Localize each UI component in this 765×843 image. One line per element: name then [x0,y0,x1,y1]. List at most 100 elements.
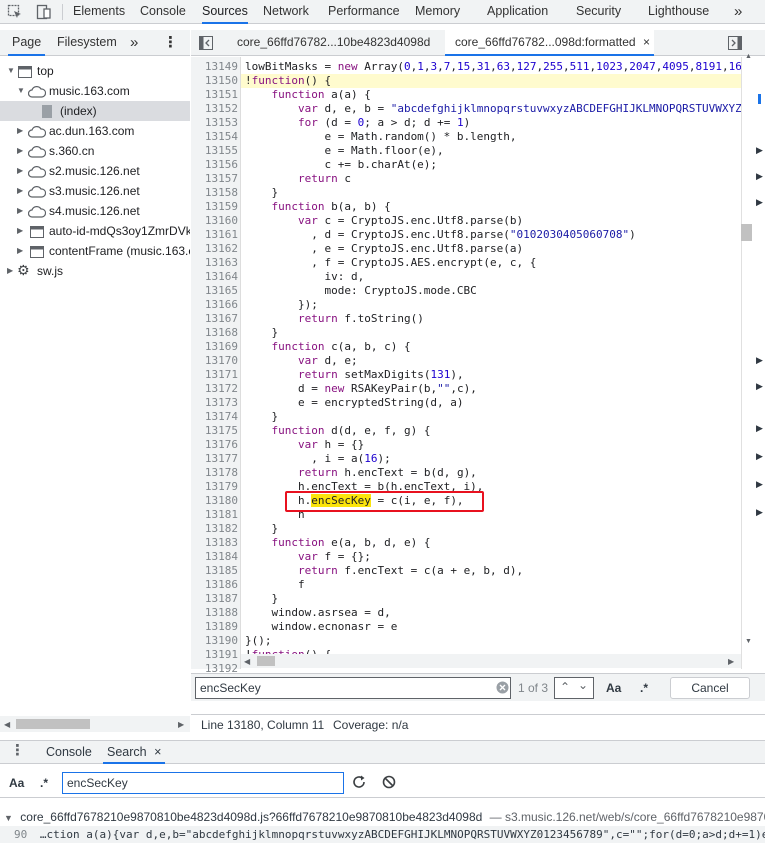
code-line[interactable]: } [245,522,278,536]
drawer-menu-button[interactable]: ⋮ [10,741,25,759]
tab-application[interactable]: Application [487,0,548,24]
line-number[interactable]: 13191 [191,648,238,662]
collapse-arrow-icon[interactable]: ▶ [17,241,25,261]
line-number[interactable]: 13188 [191,606,238,620]
tree-item-music-163[interactable]: ▼ music.163.com [0,81,190,101]
refresh-icon[interactable] [352,775,366,792]
line-number[interactable]: 13175 [191,424,238,438]
line-number[interactable]: 13164 [191,270,238,284]
navigator-horizontal-scrollbar[interactable]: ◀ ▶ [0,716,190,732]
line-number[interactable]: 13180 [191,494,238,508]
clear-search-icon[interactable] [496,681,509,697]
code-line[interactable]: return f.toString() [245,312,424,326]
code-line[interactable]: } [245,410,278,424]
code-line[interactable]: var c = CryptoJS.enc.Utf8.parse(b) [245,214,523,228]
line-number[interactable]: 13178 [191,466,238,480]
expand-arrow-icon[interactable]: ▼ [17,81,25,101]
line-number[interactable]: 13162 [191,242,238,256]
clear-results-icon[interactable] [382,775,396,792]
line-number[interactable]: 13177 [191,452,238,466]
code-line[interactable]: f [245,578,305,592]
search-result-line[interactable]: 90 …ction a(a){var d,e,b="abcdefghijklmn… [0,826,765,843]
collapse-arrow-icon[interactable]: ▶ [17,141,25,161]
navigator-more-button[interactable]: » [130,30,138,56]
line-number[interactable]: 13163 [191,256,238,270]
code-line[interactable]: }); [245,298,318,312]
tab-security[interactable]: Security [576,0,621,24]
line-number[interactable]: 13168 [191,326,238,340]
tree-item-s360[interactable]: ▶ s.360.cn [0,141,190,161]
tree-item-s3-music[interactable]: ▶ s3.music.126.net [0,181,190,201]
expand-arrow-icon[interactable]: ▼ [7,61,15,81]
collapse-arrow-icon[interactable]: ▶ [7,261,15,281]
code-line[interactable]: var d, e, b = "abcdefghijklmnopqrstuvwxy… [245,102,741,116]
line-number[interactable]: 13153 [191,116,238,130]
collapse-arrow-icon[interactable]: ▶ [17,181,25,201]
tree-item-content-frame[interactable]: ▶ contentFrame (music.163.c [0,241,190,261]
code-line[interactable]: function e(a, b, d, e) { [245,536,431,550]
line-number[interactable]: 13181 [191,508,238,522]
code-line[interactable]: var d, e; [245,354,358,368]
line-number[interactable]: 13150 [191,74,238,88]
line-number[interactable]: 13176 [191,438,238,452]
code-line[interactable]: d = new RSAKeyPair(b,"",c), [245,382,477,396]
find-input[interactable]: encSecKey [195,677,511,699]
expand-arrow-icon[interactable]: ▼ [4,813,13,823]
next-match-icon[interactable]: ⌄ [578,678,588,692]
tab-sources[interactable]: Sources [202,0,248,24]
code-line[interactable]: function c(a, b, c) { [245,340,411,354]
collapse-arrow-icon[interactable]: ▶ [17,121,25,141]
line-number[interactable]: 13171 [191,368,238,382]
line-number[interactable]: 13190 [191,634,238,648]
line-number[interactable]: 13166 [191,298,238,312]
tab-network[interactable]: Network [263,0,309,24]
collapse-arrow-icon[interactable]: ▶ [17,161,25,181]
code-line[interactable]: e = Math.random() * b.length, [245,130,516,144]
line-number[interactable]: 13159 [191,200,238,214]
code-line[interactable]: } [245,186,278,200]
collapse-arrow-icon[interactable]: ▶ [17,201,25,221]
code-line[interactable]: e = Math.floor(e), [245,144,443,158]
navigator-menu-button[interactable]: ⋮ [163,30,178,56]
code-line[interactable]: return f.encText = c(a + e, b, d), [245,564,523,578]
code-line[interactable]: function d(d, e, f, g) { [245,424,431,438]
editor-horizontal-scrollbar[interactable]: ◀ ▶ [241,654,741,668]
code-line[interactable]: mode: CryptoJS.mode.CBC [245,284,476,298]
tree-item-s4-music[interactable]: ▶ s4.music.126.net [0,201,190,221]
line-number[interactable]: 13152 [191,102,238,116]
toggle-navigator-icon[interactable] [199,36,213,53]
editor-tab-minified[interactable]: core_66ffd76782...10be4823d4098d [237,30,430,56]
code-line[interactable]: return setMaxDigits(131), [245,368,464,382]
match-case-button[interactable]: Aa [9,776,24,790]
cancel-find-button[interactable]: Cancel [670,677,750,699]
line-number[interactable]: 13160 [191,214,238,228]
line-number[interactable]: 13187 [191,592,238,606]
line-number[interactable]: 13186 [191,578,238,592]
code-line[interactable]: var f = {}; [245,550,371,564]
line-number[interactable]: 13161 [191,228,238,242]
code-line[interactable]: c += b.charAt(e); [245,158,437,172]
line-number[interactable]: 13173 [191,396,238,410]
tree-item-top[interactable]: ▼ top [0,61,190,81]
device-toolbar-icon[interactable] [36,4,52,20]
code-line[interactable]: return c [245,172,351,186]
code-line[interactable]: function b(a, b) { [245,200,391,214]
line-number[interactable]: 13165 [191,284,238,298]
drawer-tab-console[interactable]: Console [46,745,92,759]
tree-item-s2-music[interactable]: ▶ s2.music.126.net [0,161,190,181]
previous-match-icon[interactable]: ⌃ [560,680,570,694]
code-line[interactable]: } [245,592,278,606]
close-tab-icon[interactable]: × [643,35,650,49]
code-line[interactable]: } [245,326,278,340]
line-number[interactable]: 13170 [191,354,238,368]
code-line[interactable]: for (d = 0; a > d; d += 1) [245,116,470,130]
tree-item-auto-id-frame[interactable]: ▶ auto-id-mdQs3oy1ZmrDVk [0,221,190,241]
line-number[interactable]: 13156 [191,158,238,172]
code-line[interactable]: , i = a(16); [245,452,391,466]
regex-button[interactable]: .* [640,681,648,695]
code-line[interactable]: function a(a) { [245,88,371,102]
tree-item-sw-js[interactable]: ▶ ⚙ sw.js [0,261,190,281]
code-line[interactable]: lowBitMasks = new Array(0,1,3,7,15,31,63… [245,60,741,74]
line-number[interactable]: 13179 [191,480,238,494]
line-number[interactable]: 13169 [191,340,238,354]
